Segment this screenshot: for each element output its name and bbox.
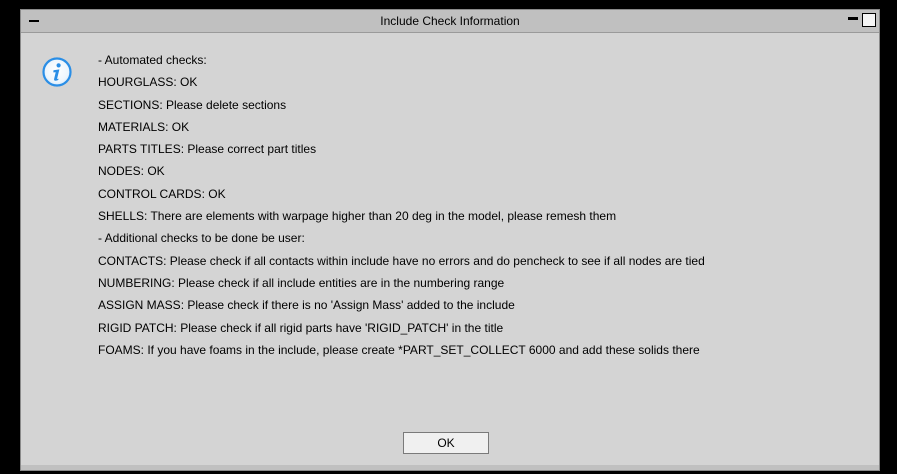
- maximize-icon[interactable]: [862, 13, 876, 27]
- message-line: CONTACTS: Please check if all contacts w…: [98, 253, 705, 268]
- message-line: SECTIONS: Please delete sections: [98, 97, 287, 112]
- message-line: SHELLS: There are elements with warpage …: [98, 209, 617, 224]
- message-line: PARTS TITLES: Please correct part titles: [98, 142, 317, 157]
- minimize-icon[interactable]: [848, 17, 858, 20]
- message-line: HOURGLASS: OK: [98, 75, 198, 90]
- message-line: - Automated checks:: [98, 53, 207, 67]
- title-bar[interactable]: Include Check Information: [21, 10, 879, 33]
- info-icon: [42, 57, 72, 87]
- ok-button[interactable]: OK: [403, 432, 489, 454]
- message-line: CONTROL CARDS: OK: [98, 186, 226, 201]
- message-line: RIGID PATCH: Please check if all rigid p…: [98, 320, 504, 335]
- dialog-content: - Automated checks: HOURGLASS: OK SECTIO…: [21, 33, 879, 465]
- message-line: ASSIGN MASS: Please check if there is no…: [98, 298, 515, 313]
- message-line: - Additional checks to be done be user:: [98, 231, 305, 246]
- message-line: NODES: OK: [98, 164, 165, 179]
- message-text: - Automated checks: HOURGLASS: OK SECTIO…: [98, 53, 705, 365]
- dialog-window: Include Check Information - Automated ch…: [20, 9, 880, 471]
- message-line: FOAMS: If you have foams in the include,…: [98, 342, 700, 357]
- window-title: Include Check Information: [380, 14, 520, 28]
- message-line: MATERIALS: OK: [98, 119, 190, 134]
- message-line: NUMBERING: Please check if all include e…: [98, 275, 505, 290]
